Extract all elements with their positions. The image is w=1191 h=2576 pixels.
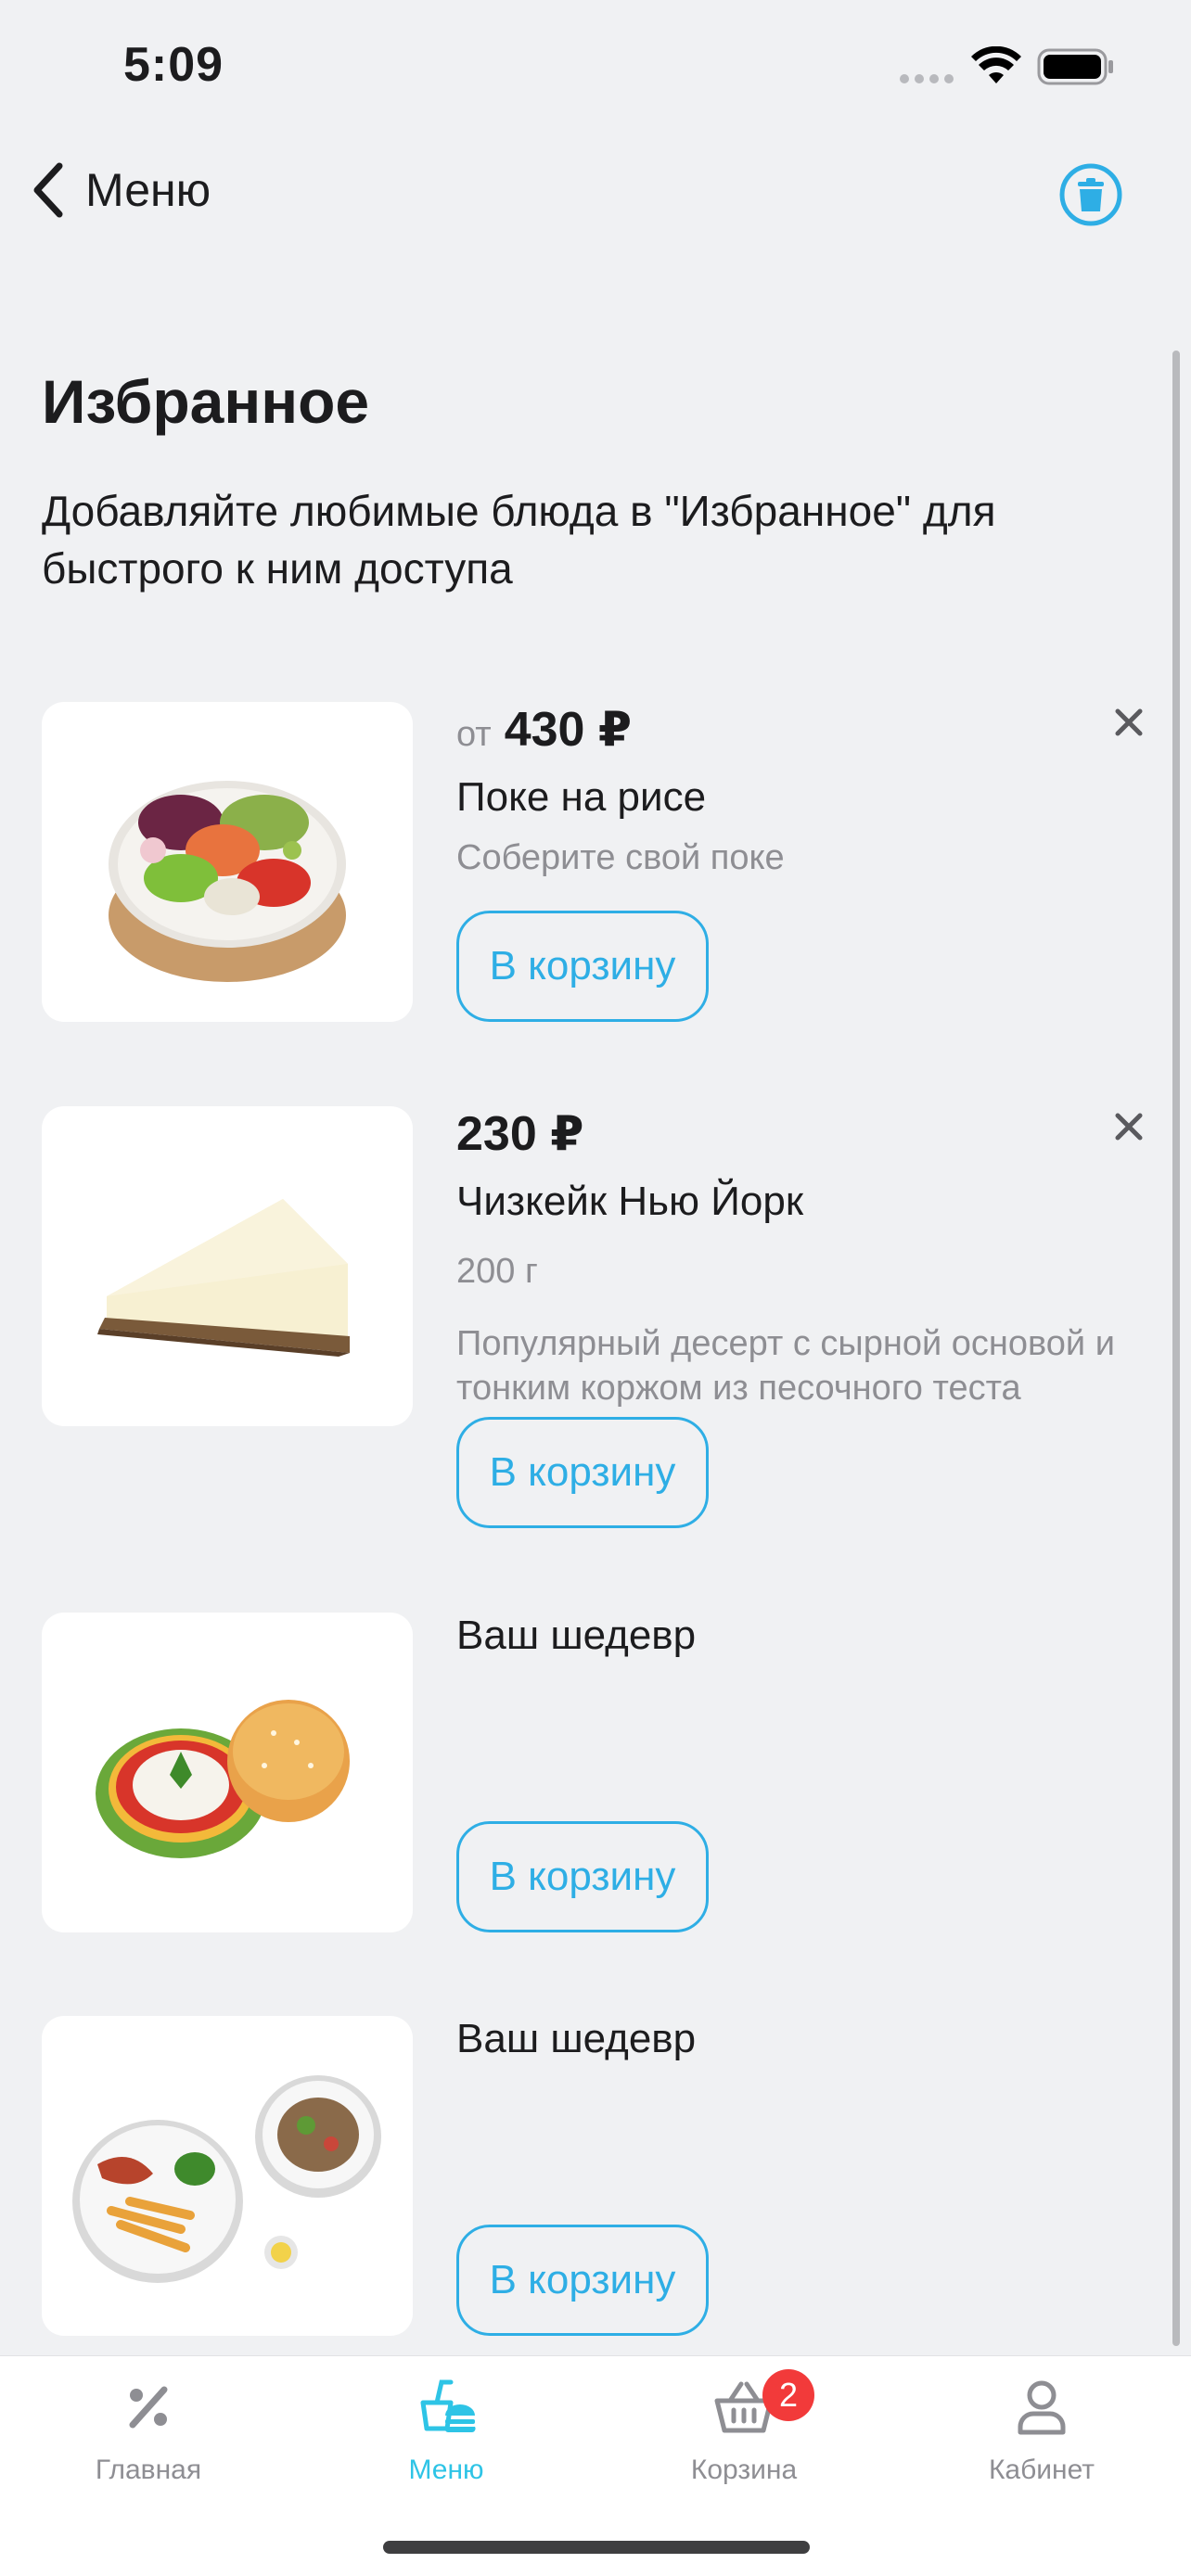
tab-label: Меню bbox=[408, 2455, 484, 2485]
tab-profile[interactable]: Кабинет bbox=[893, 2375, 1190, 2486]
price-prefix: от bbox=[456, 715, 492, 754]
item-info: от 430 ₽ Поке на рисе Соберите свой поке bbox=[456, 702, 1143, 880]
chevron-left-icon bbox=[33, 162, 63, 218]
status-bar: 5:09 bbox=[0, 0, 1191, 139]
scrollbar[interactable] bbox=[1172, 351, 1180, 2346]
close-icon[interactable] bbox=[1108, 702, 1149, 743]
trash-icon[interactable] bbox=[1059, 163, 1122, 226]
price-row: от 430 ₽ bbox=[456, 702, 1143, 758]
tab-cart[interactable]: 2 Корзина bbox=[596, 2369, 892, 2486]
item-info: 230 ₽ Чизкейк Нью Йорк 200 г Популярный … bbox=[456, 1106, 1143, 1410]
item-name: Чизкейк Нью Йорк bbox=[456, 1179, 804, 1224]
food-menu-icon bbox=[420, 2379, 476, 2433]
status-time: 5:09 bbox=[123, 38, 224, 92]
tab-home[interactable]: Главная bbox=[0, 2375, 297, 2486]
tab-label: Кабинет bbox=[988, 2455, 1095, 2485]
back-label: Меню bbox=[85, 164, 211, 216]
page-subtitle: Добавляйте любимые блюда в "Избранное" д… bbox=[42, 487, 996, 593]
item-info: Ваш шедевр bbox=[456, 1613, 1143, 1659]
add-to-cart-button[interactable]: В корзину bbox=[456, 1417, 709, 1528]
item-image-cheesecake[interactable] bbox=[42, 1106, 413, 1426]
add-to-cart-button[interactable]: В корзину bbox=[456, 2225, 709, 2336]
page-title: Избранное bbox=[42, 367, 370, 436]
close-icon[interactable] bbox=[1108, 1106, 1149, 1147]
percent-icon bbox=[129, 2386, 168, 2429]
item-image-breakfast-plates[interactable] bbox=[42, 2016, 413, 2336]
item-image-poke-bowl[interactable] bbox=[42, 702, 413, 1022]
home-indicator bbox=[383, 2541, 810, 2554]
item-price: 230 ₽ bbox=[456, 1107, 584, 1161]
tab-label: Главная bbox=[95, 2455, 202, 2485]
back-button[interactable]: Меню bbox=[28, 158, 211, 223]
tab-label: Корзина bbox=[690, 2455, 798, 2485]
add-to-cart-button[interactable]: В корзину bbox=[456, 1821, 709, 1932]
item-name: Ваш шедевр bbox=[456, 2016, 697, 2061]
cart-count-badge: 2 bbox=[762, 2369, 814, 2421]
tab-menu[interactable]: Меню bbox=[298, 2375, 595, 2486]
item-price: 430 ₽ bbox=[504, 703, 633, 757]
price-row: 230 ₽ bbox=[456, 1106, 1143, 1162]
item-name: Поке на рисе bbox=[456, 774, 707, 820]
signal-icon bbox=[900, 74, 957, 83]
item-name: Ваш шедевр bbox=[456, 1613, 697, 1658]
add-to-cart-button[interactable]: В корзину bbox=[456, 911, 709, 1022]
item-weight: 200 г bbox=[456, 1252, 538, 1291]
battery-icon bbox=[1037, 48, 1113, 85]
item-description: Популярный десерт с сырной основой и тон… bbox=[456, 1324, 1115, 1408]
item-info: Ваш шедевр bbox=[456, 2016, 1143, 2062]
item-image-burger[interactable] bbox=[42, 1613, 413, 1932]
person-icon bbox=[1018, 2380, 1066, 2435]
item-description: Соберите свой поке bbox=[456, 838, 785, 877]
wifi-icon bbox=[971, 46, 1021, 83]
